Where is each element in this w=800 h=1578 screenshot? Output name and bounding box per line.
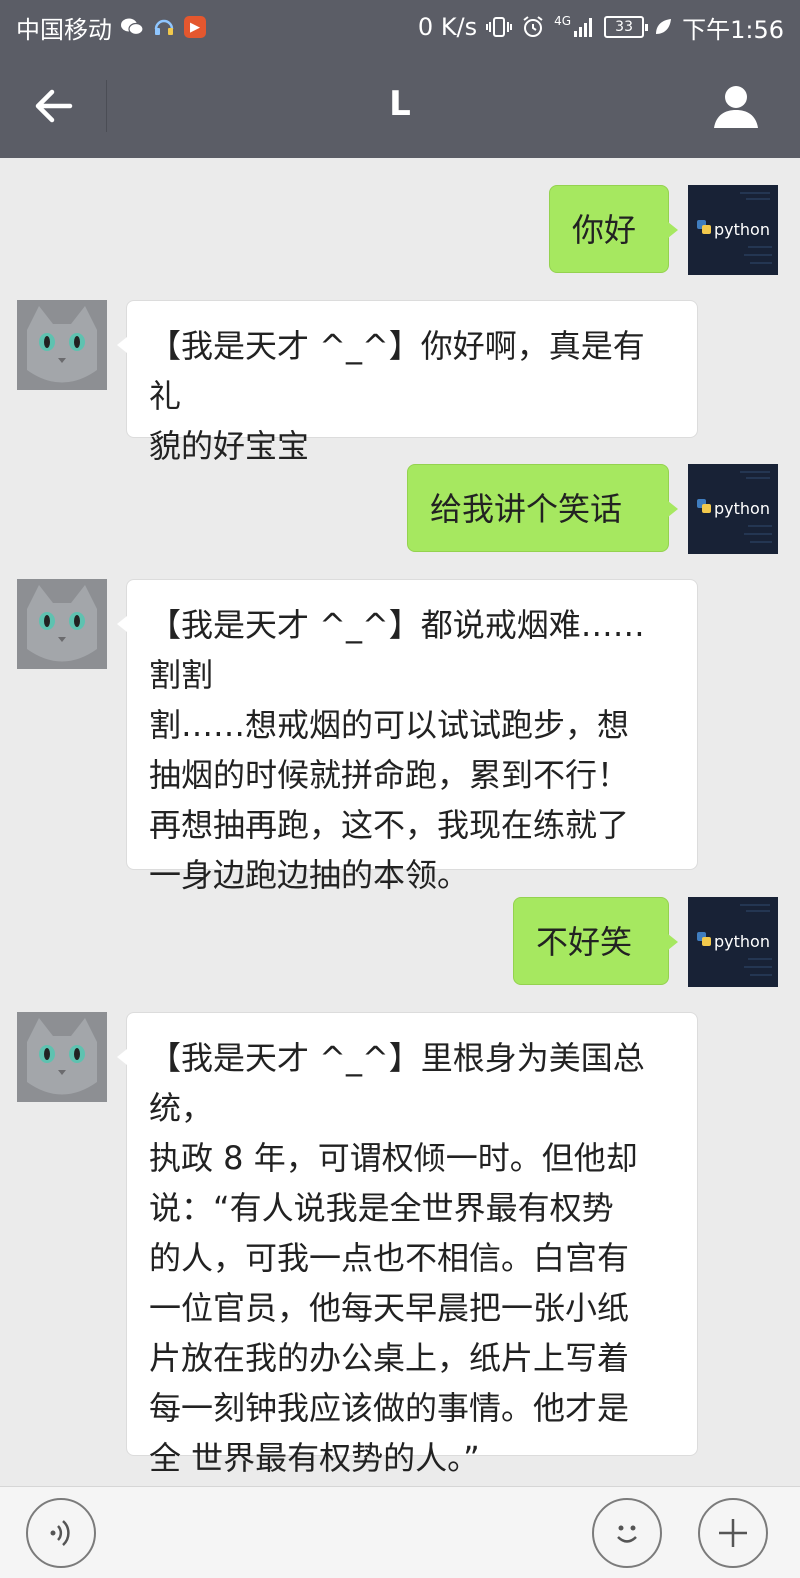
bot-avatar[interactable] bbox=[17, 300, 107, 390]
more-button[interactable] bbox=[698, 1498, 768, 1568]
python-logo-icon: python bbox=[697, 192, 772, 264]
message-line: 【我是天才 ^_^】你好啊，真是有礼 bbox=[149, 327, 645, 415]
signal-icon: 4G bbox=[554, 15, 595, 39]
message-bubble[interactable]: 给我讲个笑话 bbox=[407, 464, 678, 552]
message-line: 一身边跑边抽的本领。 bbox=[149, 856, 470, 894]
python-logo-icon: python bbox=[697, 471, 772, 543]
message-line: 【我是天才 ^_^】都说戒烟难……割割 bbox=[149, 606, 645, 694]
voice-button[interactable] bbox=[26, 1498, 96, 1568]
vibrate-icon bbox=[486, 15, 513, 39]
message-line: 【我是天才 ^_^】里根身为美国总统， bbox=[149, 1039, 645, 1127]
status-bar: 中国移动 ▶ 0 K/s 4G 33 下午1:56 bbox=[0, 0, 800, 54]
cat-avatar-icon bbox=[17, 1012, 107, 1102]
message-text: 你好 bbox=[572, 211, 637, 249]
my-avatar[interactable]: python bbox=[688, 897, 778, 987]
message-bubble[interactable]: 你好 bbox=[549, 185, 678, 273]
message-line: 抽烟的时候就拼命跑，累到不行！ bbox=[149, 756, 630, 794]
chat-header: L bbox=[0, 54, 800, 158]
emoji-icon bbox=[617, 1525, 637, 1543]
message-text: 给我讲个笑话 bbox=[430, 490, 623, 528]
emoji-button[interactable] bbox=[592, 1498, 662, 1568]
message-line: 说：“有人说我是全世界最有权势 bbox=[149, 1189, 614, 1227]
message-line: 全 世界最有权势的人。” bbox=[149, 1439, 480, 1477]
message-line: 片放在我的办公桌上，纸片上写着 bbox=[149, 1339, 630, 1377]
bot-avatar[interactable] bbox=[17, 579, 107, 669]
python-logo-text: python bbox=[714, 220, 770, 239]
cat-avatar-icon bbox=[17, 300, 107, 390]
signal-type: 4G bbox=[554, 14, 572, 28]
message-bubble[interactable]: 【我是天才 ^_^】里根身为美国总统， 执政 8 年，可谓权倾一时。但他却 说：… bbox=[117, 1012, 698, 1477]
arrow-left-icon bbox=[35, 89, 73, 123]
nav-divider bbox=[106, 80, 107, 132]
plus-icon bbox=[719, 1519, 747, 1547]
network-speed: 0 K/s bbox=[417, 13, 478, 41]
message-text: 不好笑 bbox=[536, 923, 633, 961]
person-icon bbox=[714, 86, 758, 128]
message-line: 执政 8 年，可谓权倾一时。但他却 bbox=[149, 1139, 638, 1177]
leaf-icon bbox=[653, 15, 673, 39]
message-bubble[interactable]: 【我是天才 ^_^】都说戒烟难……割割 割……想戒烟的可以试试跑步，想 抽烟的时… bbox=[117, 579, 698, 894]
python-logo-text: python bbox=[714, 932, 770, 951]
chat-info-button[interactable] bbox=[710, 80, 762, 132]
wechat-icon bbox=[120, 15, 144, 39]
carrier-name: 中国移动 bbox=[16, 15, 112, 44]
battery-indicator: 33 bbox=[604, 16, 649, 38]
cat-avatar-icon bbox=[17, 579, 107, 669]
message-line: 再想抽再跑，这不，我现在练就了 bbox=[149, 806, 630, 844]
message-line: 每一刻钟我应该做的事情。他才是 bbox=[149, 1389, 630, 1427]
back-button[interactable] bbox=[28, 82, 80, 130]
python-logo-text: python bbox=[714, 499, 770, 518]
chat-title: L bbox=[389, 84, 411, 124]
python-logo-icon: python bbox=[697, 904, 772, 976]
input-bar bbox=[0, 1486, 800, 1578]
message-line: 割……想戒烟的可以试试跑步，想 bbox=[149, 706, 630, 744]
video-app-icon: ▶ bbox=[184, 16, 206, 38]
voice-icon bbox=[50, 1520, 70, 1546]
bot-avatar[interactable] bbox=[17, 1012, 107, 1102]
headset-app-icon bbox=[152, 15, 176, 39]
my-avatar[interactable]: python bbox=[688, 464, 778, 554]
message-bubble[interactable]: 【我是天才 ^_^】你好啊，真是有礼 貌的好宝宝 bbox=[117, 300, 698, 465]
message-line: 的人，可我一点也不相信。白宫有 bbox=[149, 1239, 630, 1277]
alarm-icon bbox=[521, 15, 545, 39]
my-avatar[interactable]: python bbox=[688, 185, 778, 275]
message-line: 一位官员，他每天早晨把一张小纸 bbox=[149, 1289, 630, 1327]
message-list[interactable]: 你好 python 【我是天才 ^_^】你好啊，真是有礼 貌的好宝宝 给我讲个笑… bbox=[0, 158, 800, 1486]
clock: 下午1:56 bbox=[682, 15, 784, 44]
message-bubble[interactable]: 不好笑 bbox=[513, 897, 678, 985]
